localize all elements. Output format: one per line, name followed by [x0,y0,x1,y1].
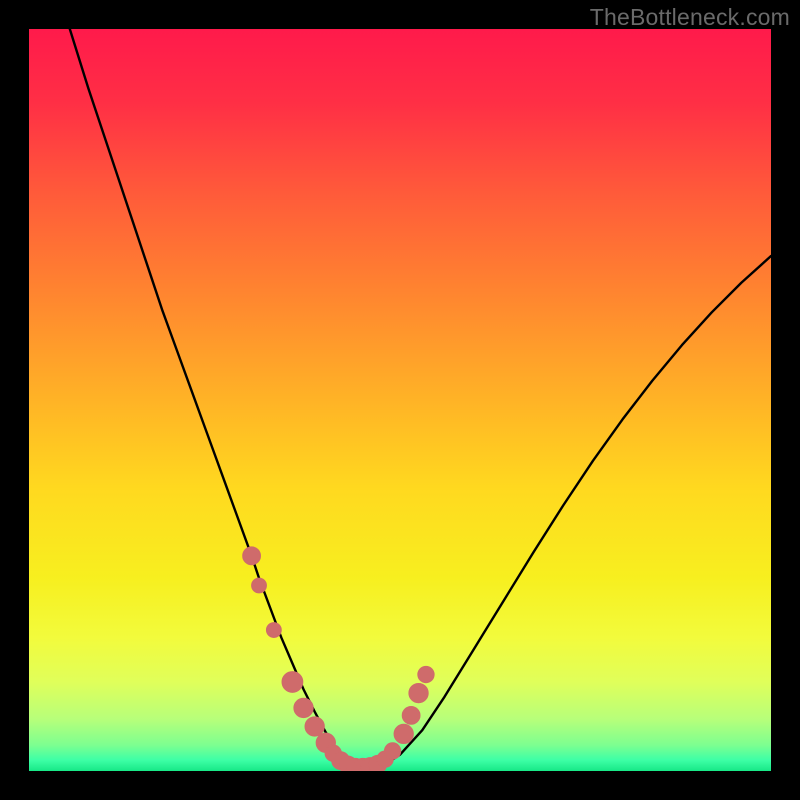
watermark-text: TheBottleneck.com [590,4,790,31]
plot-area [29,29,771,771]
data-marker [243,547,261,565]
data-marker [282,672,303,693]
data-marker [252,578,267,593]
data-marker [384,743,400,759]
chart-stage: TheBottleneck.com [0,0,800,800]
data-marker [394,724,413,743]
data-marker [294,698,313,717]
data-marker [402,706,420,724]
data-marker [409,683,428,702]
data-marker [418,666,434,682]
gradient-background [29,29,771,771]
data-marker [266,623,281,638]
chart-svg [29,29,771,771]
data-marker [305,717,324,736]
